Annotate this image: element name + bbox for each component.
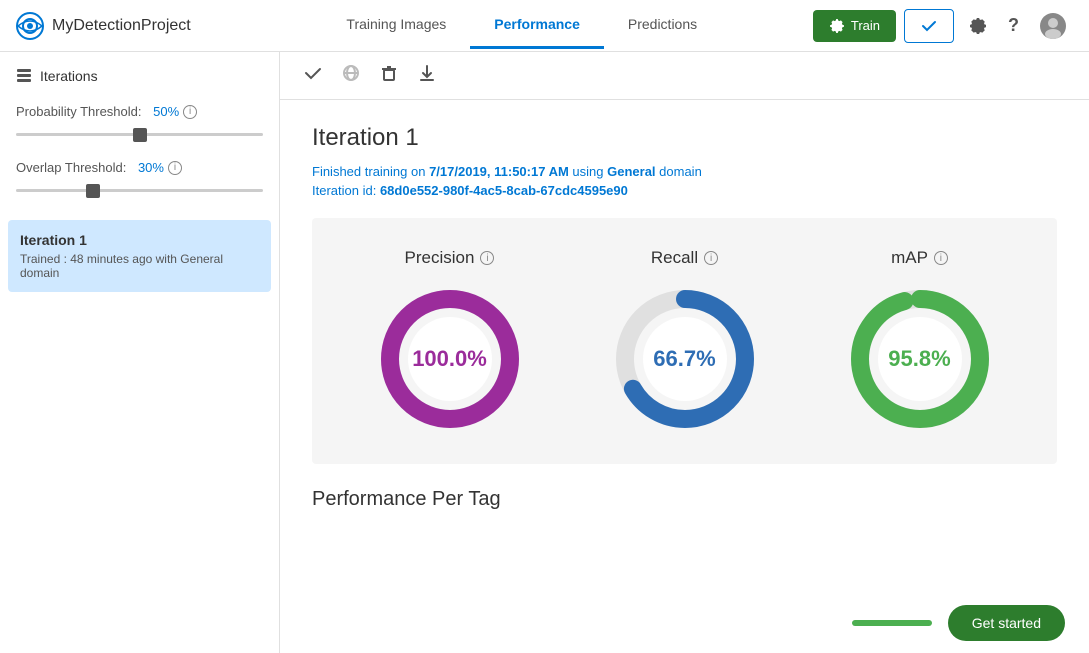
iteration-list-item[interactable]: Iteration 1 Trained : 48 minutes ago wit… xyxy=(8,220,271,292)
metric-card-recall: Recall i 66.7% xyxy=(610,248,760,434)
eye-icon xyxy=(16,12,44,40)
tab-training-images[interactable]: Training Images xyxy=(322,2,470,49)
help-button[interactable]: ? xyxy=(1002,9,1025,42)
nav: Training Images Performance Predictions xyxy=(231,2,813,49)
user-avatar-icon xyxy=(1039,12,1067,40)
probability-info-icon[interactable]: i xyxy=(183,105,197,119)
sidebar: Iterations Probability Threshold: 50% i … xyxy=(0,52,280,653)
map-info-icon[interactable]: i xyxy=(934,251,948,265)
donut-precision: 100.0% xyxy=(375,284,525,434)
header: MyDetectionProject Training Images Perfo… xyxy=(0,0,1089,52)
header-actions: Train ? xyxy=(813,6,1073,46)
get-started-bar: Get started xyxy=(280,593,1089,653)
iteration-item-desc: Trained : 48 minutes ago with General do… xyxy=(20,252,259,280)
tab-performance[interactable]: Performance xyxy=(470,2,604,49)
logo: MyDetectionProject xyxy=(16,12,191,40)
toolbar-check-icon[interactable] xyxy=(304,64,322,87)
overlap-threshold-section: Overlap Threshold: 30% i xyxy=(0,152,279,208)
iteration-id: Iteration id: 68d0e552-980f-4ac5-8cab-67… xyxy=(312,183,1057,198)
precision-info-icon[interactable]: i xyxy=(480,251,494,265)
iteration-item-title: Iteration 1 xyxy=(20,232,259,248)
tab-predictions[interactable]: Predictions xyxy=(604,2,721,49)
gear-icon xyxy=(829,18,845,34)
donut-recall: 66.7% xyxy=(610,284,760,434)
get-started-button[interactable]: Get started xyxy=(948,605,1065,641)
probability-threshold-section: Probability Threshold: 50% i xyxy=(0,96,279,152)
settings-button[interactable] xyxy=(962,10,994,42)
metric-card-precision: Precision i 100.0% xyxy=(375,248,525,434)
content: Iteration 1 Finished training on 7/17/20… xyxy=(280,52,1089,653)
iterations-label: Iterations xyxy=(40,68,98,84)
metric-label-map: mAP i xyxy=(891,248,948,268)
train-label: Train xyxy=(851,18,880,33)
settings-icon xyxy=(968,16,988,36)
toolbar-download-icon[interactable] xyxy=(418,64,436,87)
overlap-info-icon[interactable]: i xyxy=(168,161,182,175)
probability-threshold-slider[interactable] xyxy=(16,133,263,136)
donut-value-map: 95.8% xyxy=(888,346,950,372)
toolbar-delete-icon[interactable] xyxy=(380,64,398,87)
toolbar-globe-icon[interactable] xyxy=(342,64,360,87)
donut-map: 95.8% xyxy=(845,284,995,434)
train-button[interactable]: Train xyxy=(813,10,896,42)
iteration-info: Finished training on 7/17/2019, 11:50:17… xyxy=(312,164,1057,179)
performance-per-tag-label: Performance Per Tag xyxy=(312,488,1057,511)
help-icon: ? xyxy=(1008,15,1019,36)
progress-bar xyxy=(852,620,932,626)
sidebar-header: Iterations xyxy=(0,68,279,96)
metrics-section: Precision i 100.0% Recall i xyxy=(312,218,1057,464)
probability-threshold-label: Probability Threshold: 50% i xyxy=(16,104,263,119)
overlap-threshold-slider[interactable] xyxy=(16,189,263,192)
main-layout: Iterations Probability Threshold: 50% i … xyxy=(0,52,1089,653)
check-button[interactable] xyxy=(904,9,954,43)
user-button[interactable] xyxy=(1033,6,1073,46)
donut-value-recall: 66.7% xyxy=(653,346,715,372)
project-name: MyDetectionProject xyxy=(52,17,191,35)
metric-label-recall: Recall i xyxy=(651,248,718,268)
donut-value-precision: 100.0% xyxy=(412,346,487,372)
checkmark-icon xyxy=(921,18,937,34)
iterations-icon xyxy=(16,68,32,84)
metric-card-map: mAP i 95.8% xyxy=(845,248,995,434)
overlap-threshold-label: Overlap Threshold: 30% i xyxy=(16,160,263,175)
recall-info-icon[interactable]: i xyxy=(704,251,718,265)
content-body: Iteration 1 Finished training on 7/17/20… xyxy=(280,100,1089,535)
metric-label-precision: Precision i xyxy=(405,248,495,268)
iteration-title: Iteration 1 xyxy=(312,124,1057,152)
content-toolbar xyxy=(280,52,1089,100)
